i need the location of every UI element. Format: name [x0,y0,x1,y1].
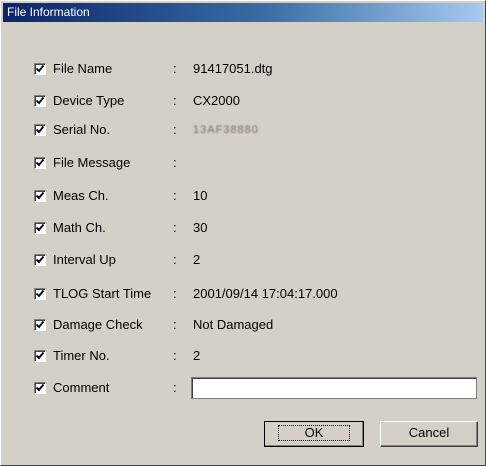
check-icon [35,158,45,167]
timer-no-value: 2 [193,348,201,363]
comment-label: Comment [53,380,110,395]
file-name-value: 91417051.dtg [193,61,273,76]
timer-no-checkbox[interactable] [34,350,46,362]
serial-no-label: Serial No. [53,122,111,137]
row-file-name: File Name : 91417051.dtg [1,58,486,80]
ok-button-label: OK [277,425,351,441]
interval-up-value: 2 [193,252,201,267]
colon: : [173,317,177,332]
damage-check-checkbox[interactable] [34,319,46,331]
meas-ch-label: Meas Ch. [53,188,109,203]
row-device-type: Device Type : CX2000 [1,90,486,112]
file-name-label: File Name [53,61,113,76]
meas-ch-value: 10 [193,188,208,203]
check-icon [35,255,45,264]
check-icon [35,383,45,392]
serial-no-value: 13AF38880 [193,124,259,136]
check-icon [35,320,45,329]
device-type-label: Device Type [53,93,125,108]
dialog-title: File Information [3,3,483,22]
serial-no-checkbox[interactable] [34,124,46,136]
row-meas-ch: Meas Ch. : 10 [1,185,486,207]
check-icon [35,125,45,134]
colon: : [173,348,177,363]
tlog-start-time-value: 2001/09/14 17:04:17.000 [193,286,338,301]
row-interval-up: Interval Up : 2 [1,249,486,271]
comment-input[interactable] [191,377,477,399]
file-information-dialog: File Information File Name : 91417051.dt… [0,0,486,466]
check-icon [35,64,45,73]
colon: : [173,122,177,137]
interval-up-checkbox[interactable] [34,254,46,266]
row-timer-no: Timer No. : 2 [1,345,486,367]
damage-check-label: Damage Check [53,317,143,332]
check-icon [35,351,45,360]
interval-up-label: Interval Up [53,252,116,267]
colon: : [173,220,177,235]
row-tlog-start-time: TLOG Start Time : 2001/09/14 17:04:17.00… [1,283,486,305]
colon: : [173,286,177,301]
colon: : [173,61,177,76]
math-ch-value: 30 [193,220,208,235]
file-message-checkbox[interactable] [34,157,46,169]
tlog-start-time-checkbox[interactable] [34,288,46,300]
colon: : [173,155,177,170]
device-type-value: CX2000 [193,93,240,108]
row-damage-check: Damage Check : Not Damaged [1,314,486,336]
tlog-start-time-label: TLOG Start Time [53,286,152,301]
check-icon [35,191,45,200]
colon: : [173,188,177,203]
colon: : [173,252,177,267]
file-name-checkbox[interactable] [34,63,46,75]
row-serial-no: Serial No. : 13AF38880 [1,119,486,141]
check-icon [35,289,45,298]
row-file-message: File Message : [1,152,486,174]
math-ch-label: Math Ch. [53,220,106,235]
device-type-checkbox[interactable] [34,95,46,107]
file-message-label: File Message [53,155,131,170]
cancel-button[interactable]: Cancel [380,421,478,447]
ok-button[interactable]: OK [264,421,364,447]
timer-no-label: Timer No. [53,348,110,363]
check-icon [35,223,45,232]
row-comment: Comment : [1,377,486,399]
colon: : [173,380,177,395]
check-icon [35,96,45,105]
meas-ch-checkbox[interactable] [34,190,46,202]
comment-checkbox[interactable] [34,382,46,394]
row-math-ch: Math Ch. : 30 [1,217,486,239]
math-ch-checkbox[interactable] [34,222,46,234]
colon: : [173,93,177,108]
damage-check-value: Not Damaged [193,317,274,332]
